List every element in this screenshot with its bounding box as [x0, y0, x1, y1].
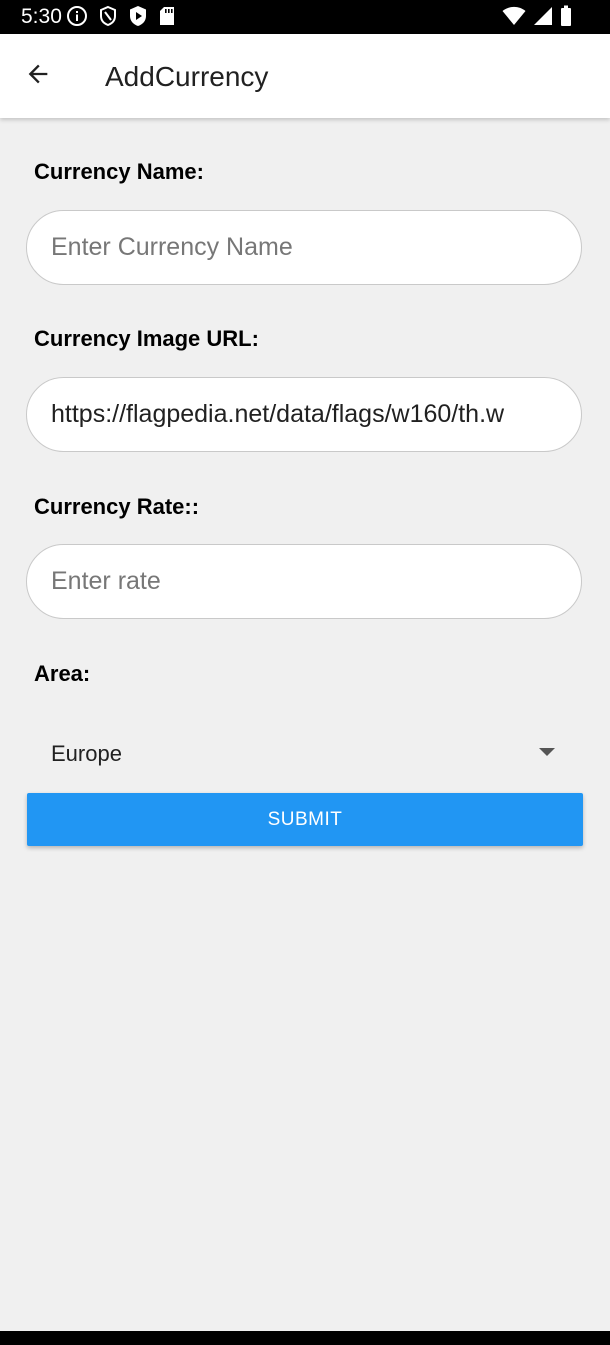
area-label: Area:	[34, 661, 91, 686]
area-selected-value: Europe	[51, 741, 122, 766]
navigation-bar	[0, 1331, 610, 1345]
status-right-icons	[502, 5, 572, 27]
info-icon	[66, 5, 88, 27]
cell-signal-icon	[533, 6, 553, 26]
status-left-icons	[66, 5, 176, 27]
currency-name-label: Currency Name:	[34, 159, 204, 184]
currency-rate-label: Currency Rate::	[34, 494, 200, 519]
wifi-icon	[502, 6, 526, 26]
currency-name-input[interactable]	[26, 210, 582, 285]
battery-icon	[560, 5, 572, 27]
play-protect-icon	[128, 5, 148, 27]
currency-image-url-input[interactable]	[26, 377, 582, 452]
submit-button[interactable]: SUBMIT	[27, 793, 583, 846]
app-bar: AddCurrency	[0, 34, 610, 118]
back-button[interactable]	[14, 52, 62, 100]
status-bar: 5:30	[0, 0, 610, 34]
sd-card-icon	[158, 5, 176, 27]
currency-image-url-label: Currency Image URL:	[34, 326, 259, 351]
currency-rate-input[interactable]	[26, 544, 582, 619]
shield-icon	[98, 5, 118, 27]
area-dropdown[interactable]: Europe	[26, 724, 582, 784]
dropdown-arrow-icon	[539, 748, 555, 756]
status-time: 5:30	[21, 5, 62, 28]
page-title: AddCurrency	[105, 61, 269, 92]
arrow-back-icon	[24, 60, 52, 93]
